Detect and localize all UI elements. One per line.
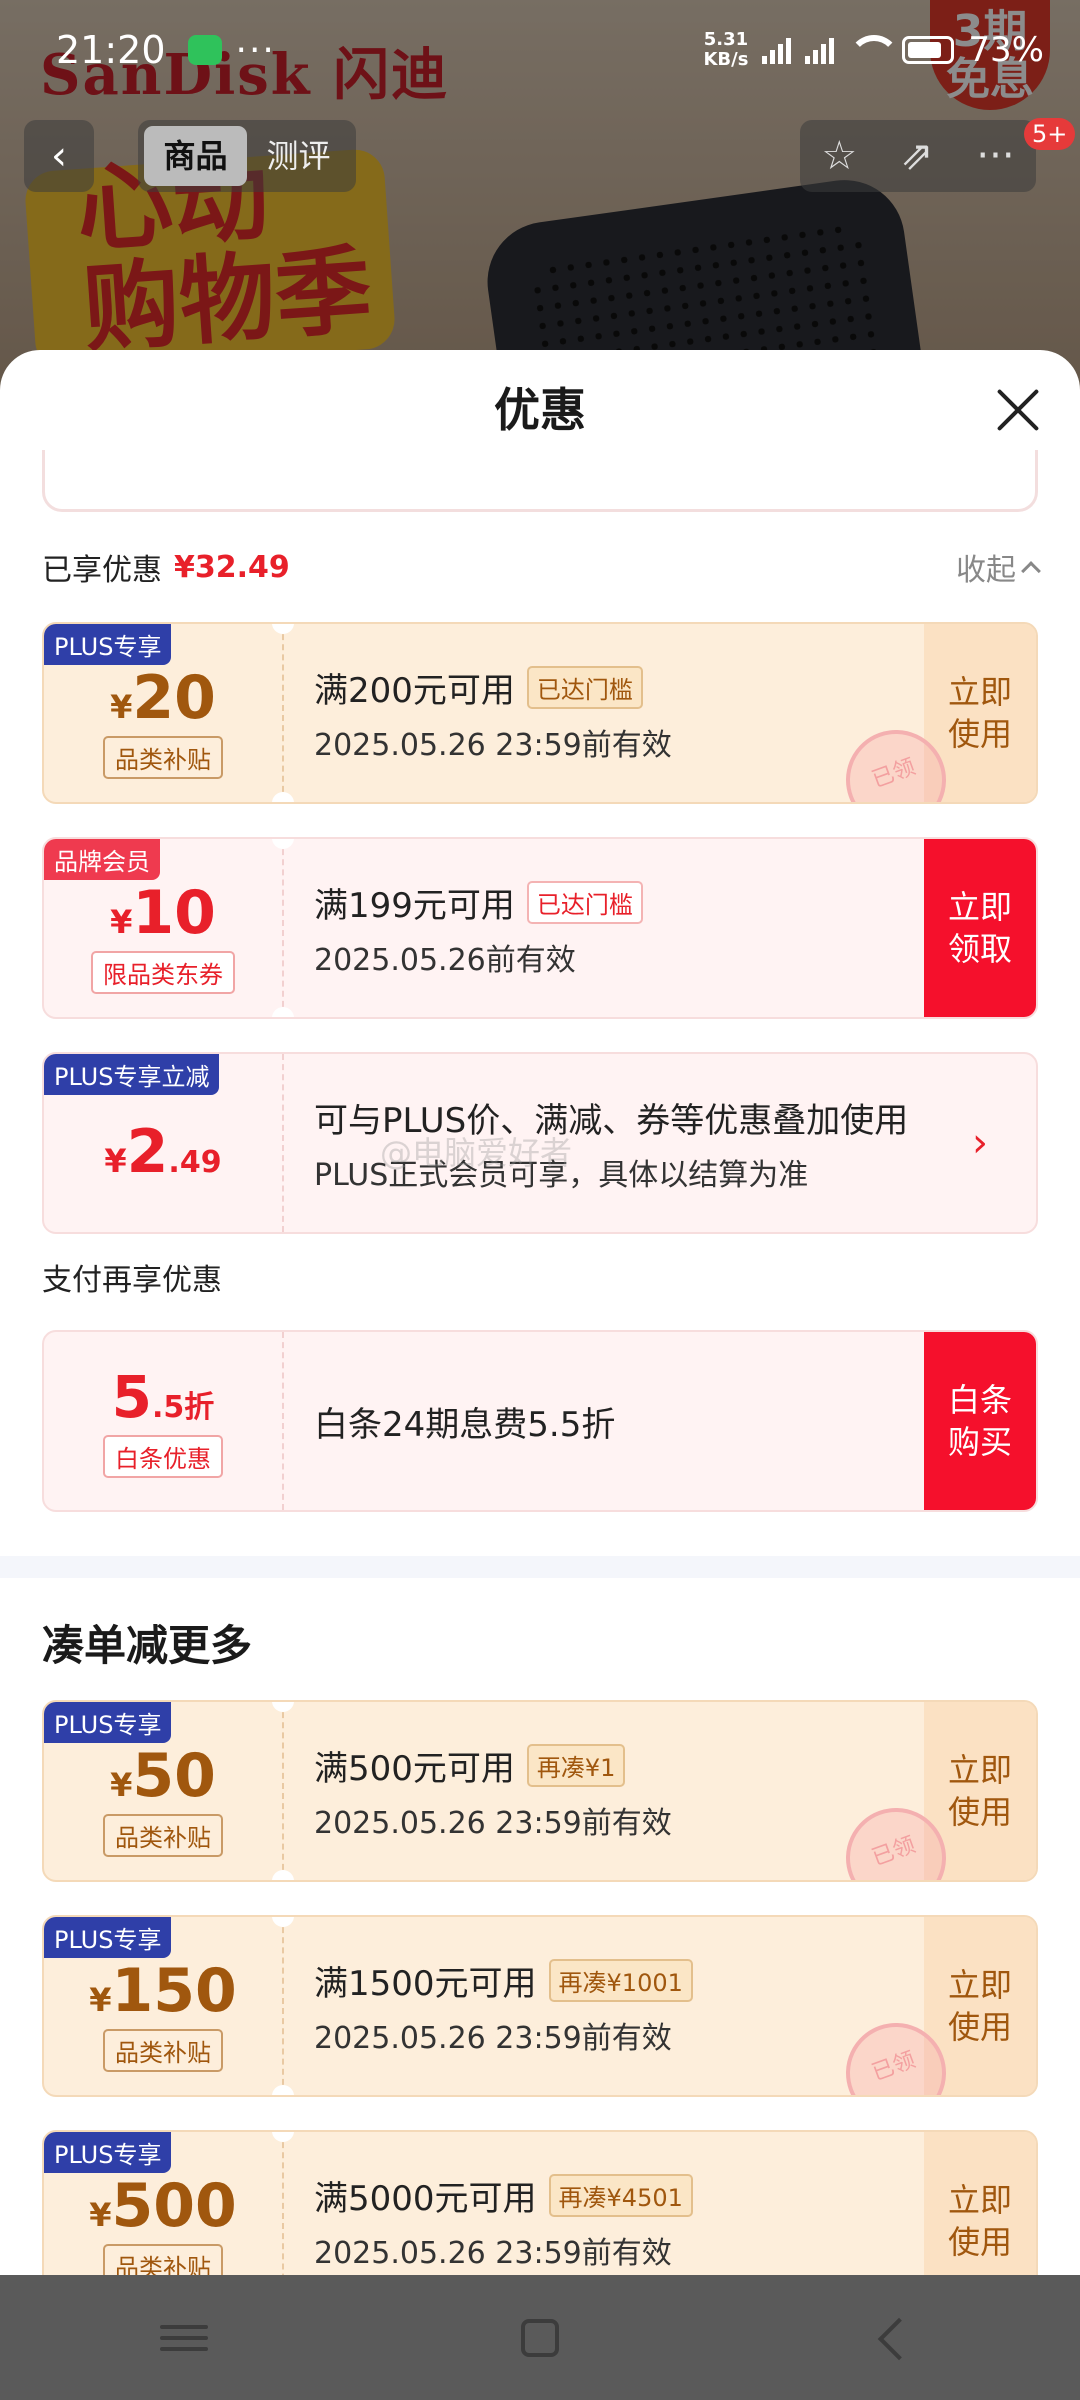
coupon-value: PLUS专享 ¥50 品类补贴	[44, 1702, 294, 1880]
coupon-type: 品类补贴	[103, 1813, 223, 1857]
coupon-expiry: 2025.05.26 23:59前有效	[314, 1805, 672, 1841]
coupon-value: 5.5折 白条优惠	[44, 1332, 284, 1510]
collapse-toggle[interactable]: 收起	[956, 545, 1041, 589]
coupon-card: PLUS专享 ¥500 品类补贴 满5000元可用 再凑¥4501 2025.0…	[42, 2130, 1038, 2275]
coupon-card: PLUS专享 ¥150 品类补贴 满1500元可用 再凑¥1001 2025.0…	[42, 1915, 1038, 2097]
brand-member-tag: 品牌会员	[44, 839, 160, 880]
battery-percent: 73%	[968, 30, 1044, 70]
discount-sheet: 优惠 已享优惠 ¥32.49 收起 PLUS专享 ¥20 品类补贴 满200元可…	[0, 350, 1080, 2275]
system-nav-bar	[0, 2275, 1080, 2400]
threshold-tag: 已达门槛	[526, 880, 643, 924]
plus-tag: PLUS专享	[44, 2132, 172, 2173]
share-icon[interactable]: ⇗	[900, 133, 934, 179]
coupon-value: PLUS专享 ¥20 品类补贴	[44, 624, 294, 802]
more-notifications-icon: ···	[235, 29, 276, 71]
use-now-button[interactable]: 立即使用	[924, 2132, 1036, 2275]
coupon-type: 白条优惠	[103, 1434, 223, 1478]
back-nav-icon[interactable]	[866, 2318, 926, 2358]
coupon-type: 品类补贴	[103, 735, 223, 779]
coupon-type: 限品类东券	[91, 950, 235, 994]
coupon-value: PLUS专享立减 ¥2.49	[44, 1054, 284, 1232]
enjoyed-label: 已享优惠	[42, 553, 162, 588]
enjoyed-row: 已享优惠 ¥32.49 收起	[42, 545, 1041, 589]
section-divider	[0, 1556, 1080, 1578]
sheet-title: 优惠	[494, 383, 586, 437]
coupon-condition: 满500元可用	[314, 1748, 515, 1789]
coupon-info: 满200元可用 已达门槛 2025.05.26 23:59前有效	[284, 624, 924, 802]
status-time: 21:20	[56, 28, 166, 72]
add-more-tag: 再凑¥4501	[548, 2173, 693, 2217]
more-heading: 凑单减更多	[42, 1621, 253, 1670]
previous-card-edge	[42, 450, 1038, 512]
signal-icon	[762, 36, 792, 64]
coupon-condition: 满199元可用	[314, 885, 515, 926]
coupon-value: 品牌会员 ¥10 限品类东券	[44, 839, 294, 1017]
discount-rate: 5	[111, 1362, 153, 1431]
baitiao-card: 5.5折 白条优惠 白条24期息费5.5折 白条购买	[42, 1330, 1038, 1512]
plus-tag: PLUS专享	[44, 1702, 172, 1743]
back-button[interactable]: ‹	[24, 120, 94, 192]
claim-now-button[interactable]: 立即领取	[924, 839, 1036, 1017]
coupon-amount: 50	[132, 1740, 216, 1811]
coupon-condition: 满1500元可用	[314, 1963, 537, 2004]
chevron-right-icon[interactable]: ›	[924, 1054, 1036, 1232]
product-tabs: 商品 测评	[138, 120, 356, 192]
coupon-amount: 2	[126, 1117, 169, 1187]
coupon-condition: 满200元可用	[314, 670, 515, 711]
coupon-info: 白条24期息费5.5折	[284, 1332, 924, 1510]
network-speed: 5.31 KB/s	[703, 29, 749, 70]
plus-tag: PLUS专享	[44, 1917, 172, 1958]
add-more-tag: 再凑¥1001	[548, 1958, 693, 2002]
coupon-type: 品类补贴	[103, 2028, 223, 2072]
coupon-expiry: 2025.05.26 23:59前有效	[314, 2020, 672, 2056]
threshold-tag: 已达门槛	[526, 665, 643, 709]
coupon-info: 满1500元可用 再凑¥1001 2025.05.26 23:59前有效	[284, 1917, 924, 2095]
home-icon[interactable]	[520, 2318, 559, 2357]
notification-badge: 5+	[1024, 118, 1076, 150]
coupon-expiry: 2025.05.26前有效	[314, 942, 576, 978]
plus-tag: PLUS专享	[44, 624, 172, 665]
signal-icon-2	[805, 36, 835, 64]
more-icon[interactable]: ···	[976, 133, 1014, 179]
close-button[interactable]	[994, 386, 1042, 434]
coupon-expiry: 2025.05.26 23:59前有效	[314, 727, 672, 763]
coupon-card: PLUS专享 ¥50 品类补贴 满500元可用 再凑¥1 2025.05.26 …	[42, 1700, 1038, 1882]
coupon-info: 满500元可用 再凑¥1 2025.05.26 23:59前有效	[284, 1702, 924, 1880]
coupon-amount: 150	[111, 1955, 237, 2026]
baitiao-buy-button[interactable]: 白条购买	[924, 1332, 1036, 1510]
coupon-value: PLUS专享 ¥500 品类补贴	[44, 2132, 294, 2275]
enjoyed-amount: ¥32.49	[174, 549, 290, 585]
menu-icon[interactable]	[154, 2318, 214, 2358]
coupon-expiry: 2025.05.26 23:59前有效	[314, 2235, 672, 2271]
add-more-tag: 再凑¥1	[526, 1743, 626, 1787]
star-icon[interactable]: ☆	[821, 133, 857, 179]
coupon-type: 品类补贴	[103, 2243, 223, 2275]
nav-actions: ☆ ⇗ ···	[800, 120, 1036, 192]
wifi-icon	[848, 35, 901, 65]
watermark: @电脑爱好者	[380, 1134, 573, 1172]
coupon-condition: 满5000元可用	[314, 2178, 537, 2219]
pay-heading: 支付再享优惠	[42, 1263, 222, 1298]
coupon-value: PLUS专享 ¥150 品类补贴	[44, 1917, 294, 2095]
tab-review[interactable]: 测评	[247, 126, 350, 186]
coupon-amount: 500	[111, 2170, 237, 2241]
coupon-info: 满5000元可用 再凑¥4501 2025.05.26 23:59前有效	[284, 2132, 924, 2275]
coupon-card: 品牌会员 ¥10 限品类东券 满199元可用 已达门槛 2025.05.26前有…	[42, 837, 1038, 1019]
baitiao-text: 白条24期息费5.5折	[314, 1404, 616, 1445]
coupon-card: PLUS专享 ¥20 品类补贴 满200元可用 已达门槛 2025.05.26 …	[42, 622, 1038, 804]
plus-tag: PLUS专享立减	[44, 1054, 220, 1095]
product-top-nav: ‹ 商品 测评 ☆ ⇗ ··· 5+	[0, 118, 1080, 200]
coupon-info: 满199元可用 已达门槛 2025.05.26前有效	[284, 839, 924, 1017]
status-bar: 21:20 ··· 5.31 KB/s 73%	[0, 0, 1080, 100]
chevron-up-icon	[1021, 561, 1041, 581]
battery-icon	[902, 36, 955, 64]
coupon-amount: 20	[132, 662, 216, 733]
wechat-icon	[187, 35, 222, 65]
coupon-amount: 10	[132, 877, 216, 948]
tab-product[interactable]: 商品	[144, 126, 247, 186]
